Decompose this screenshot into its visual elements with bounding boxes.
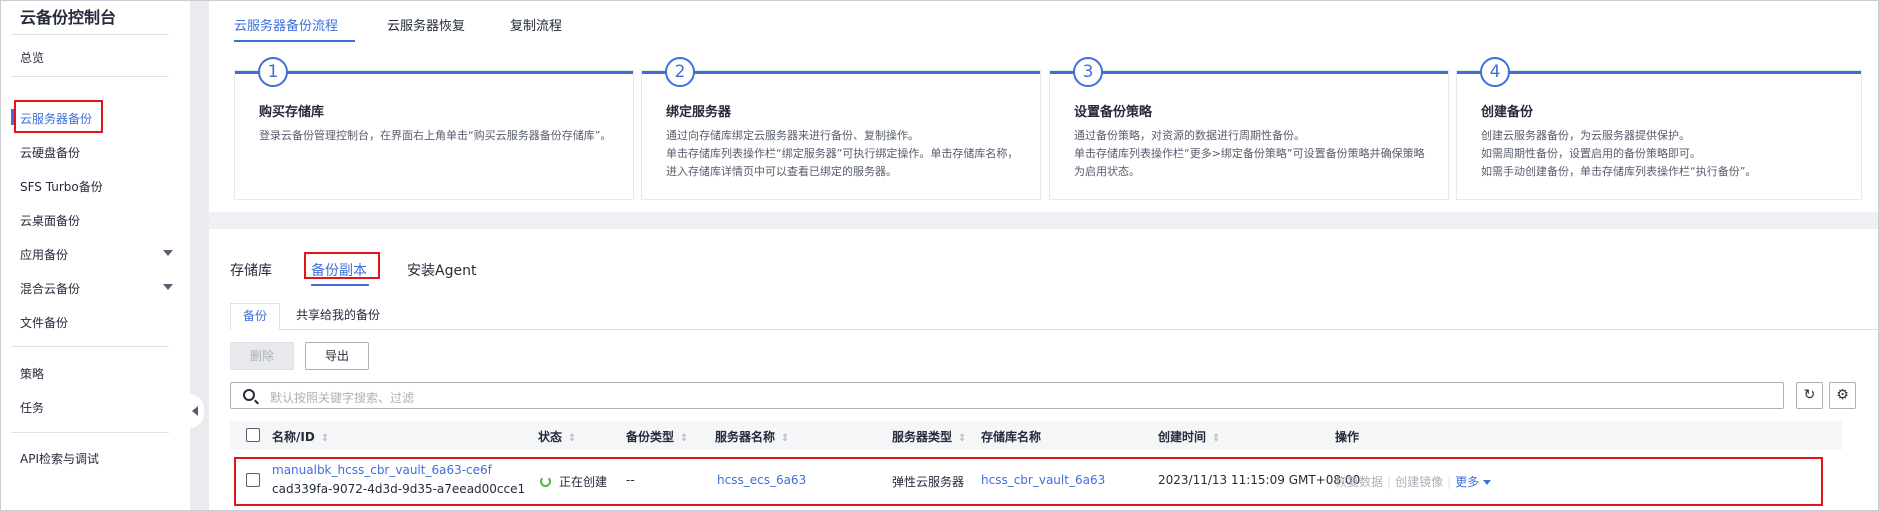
- tab-install-agent[interactable]: 安装Agent: [407, 260, 476, 280]
- highlight-box: [234, 457, 1823, 506]
- step-card-2: 2 绑定服务器 通过向存储库绑定云服务器来进行备份、复制操作。 单击存储库列表操…: [641, 57, 1041, 200]
- sidebar-item-file-backup[interactable]: 文件备份: [20, 314, 68, 331]
- step-number: 1: [258, 57, 288, 87]
- divider: [11, 346, 169, 347]
- column-header-server-name[interactable]: 服务器名称 ⇕: [715, 428, 789, 445]
- tab-replication-flow[interactable]: 复制流程: [510, 15, 562, 34]
- sort-icon: ⇕: [568, 433, 577, 444]
- step-card-4: 4 创建备份 创建云服务器备份，为云服务器提供保护。 如需周期性备份，设置启用的…: [1456, 57, 1862, 200]
- step-card-1: 1 购买存储库 登录云备份管理控制台，在界面右上角单击“购买云服务器备份存储库”…: [234, 57, 634, 200]
- sort-icon: ⇕: [320, 433, 330, 444]
- divider: [230, 329, 1878, 330]
- table-header: 名称/ID ⇕ 状态 ⇕ 备份类型 ⇕ 服务器名称 ⇕ 服务器类型 ⇕ 存储库名称 创建时…: [230, 421, 1842, 450]
- sidebar: 云备份控制台 总览 云服务器备份 云硬盘备份 SFS Turbo备份 云桌面备份…: [1, 1, 190, 510]
- tab-ecs-restore[interactable]: 云服务器恢复: [387, 15, 465, 34]
- column-header-created[interactable]: 创建时间 ⇕: [1158, 428, 1220, 445]
- step-description: 登录云备份管理控制台，在界面右上角单击“购买云服务器备份存储库”。: [259, 129, 612, 142]
- step-line: [642, 71, 1040, 74]
- chevron-down-icon[interactable]: [163, 250, 173, 256]
- delete-button[interactable]: 删除: [230, 342, 294, 370]
- step-line: [1050, 71, 1448, 74]
- divider: [11, 34, 169, 35]
- chevron-left-icon: [192, 406, 198, 416]
- export-button[interactable]: 导出: [305, 342, 369, 370]
- sidebar-item-evs-backup[interactable]: 云硬盘备份: [20, 144, 80, 161]
- search-placeholder: 默认按照关键字搜索、过滤: [270, 391, 415, 405]
- sidebar-item-sfs-turbo-backup[interactable]: SFS Turbo备份: [20, 178, 103, 195]
- sidebar-item-hybrid-backup[interactable]: 混合云备份: [20, 280, 80, 297]
- step-title: 绑定服务器: [666, 105, 732, 120]
- column-header-backup-type[interactable]: 备份类型 ⇕: [626, 428, 688, 445]
- step-description: 创建云服务器备份，为云服务器提供保护。 如需周期性备份，设置启用的备份策略即可。…: [1481, 129, 1757, 178]
- step-number: 2: [665, 57, 695, 87]
- refresh-icon: ↻: [1803, 387, 1816, 403]
- tab-backups[interactable]: 备份: [230, 303, 281, 330]
- sidebar-gutter: [190, 1, 209, 510]
- sort-icon: ⇕: [1212, 433, 1221, 444]
- step-description: 通过向存储库绑定云服务器来进行备份、复制操作。 单击存储库列表操作栏“绑定服务器…: [666, 129, 1019, 178]
- highlight-box: [14, 100, 103, 133]
- tab-ecs-backup-flow[interactable]: 云服务器备份流程: [234, 15, 338, 34]
- step-title: 购买存储库: [259, 105, 325, 120]
- tab-shared-with-me[interactable]: 共享给我的备份: [284, 303, 392, 330]
- step-number: 4: [1480, 57, 1510, 87]
- column-header-actions: 操作: [1335, 430, 1360, 444]
- step-title: 创建备份: [1481, 105, 1534, 120]
- sort-icon: ⇕: [680, 433, 689, 444]
- main-content: 云服务器备份流程 云服务器恢复 复制流程 1 购买存储库 登录云备份管理控制台，…: [209, 1, 1878, 510]
- section-separator: [209, 212, 1878, 229]
- sidebar-item-policy[interactable]: 策略: [20, 365, 44, 382]
- sort-icon: ⇕: [781, 433, 790, 444]
- column-header-server-type[interactable]: 服务器类型 ⇕: [892, 428, 966, 445]
- search-input[interactable]: 默认按照关键字搜索、过滤: [230, 382, 1784, 409]
- step-title: 设置备份策略: [1074, 105, 1153, 120]
- console-title: 云备份控制台: [20, 8, 117, 27]
- step-number: 3: [1073, 57, 1103, 87]
- sidebar-item-overview[interactable]: 总览: [20, 49, 44, 66]
- highlight-box: [304, 252, 380, 279]
- sort-icon: ⇕: [958, 433, 967, 444]
- tab-underline: [311, 284, 369, 286]
- column-header-name[interactable]: 名称/ID ⇕: [272, 428, 329, 445]
- step-line: [1457, 71, 1861, 74]
- app-window: 云备份控制台 总览 云服务器备份 云硬盘备份 SFS Turbo备份 云桌面备份…: [0, 0, 1879, 511]
- sidebar-item-api-explorer[interactable]: API检索与调试: [20, 450, 99, 467]
- sidebar-item-app-backup[interactable]: 应用备份: [20, 246, 68, 263]
- sidebar-item-desktop-backup[interactable]: 云桌面备份: [20, 212, 80, 229]
- divider: [11, 432, 169, 433]
- step-card-3: 3 设置备份策略 通过备份策略，对资源的数据进行周期性备份。 单击存储库列表操作…: [1049, 57, 1449, 200]
- select-all-checkbox[interactable]: [246, 428, 260, 442]
- refresh-button[interactable]: ↻: [1796, 382, 1823, 409]
- gear-icon: ⚙: [1836, 387, 1849, 403]
- tab-underline: [234, 40, 355, 42]
- chevron-down-icon[interactable]: [163, 284, 173, 290]
- column-header-vault-name: 存储库名称: [981, 430, 1042, 444]
- column-header-status[interactable]: 状态 ⇕: [538, 428, 576, 445]
- step-line: [235, 71, 633, 74]
- sidebar-item-tasks[interactable]: 任务: [20, 399, 44, 416]
- divider: [11, 76, 169, 77]
- settings-button[interactable]: ⚙: [1829, 382, 1856, 409]
- search-icon: [243, 389, 255, 401]
- step-description: 通过备份策略，对资源的数据进行周期性备份。 单击存储库列表操作栏“更多>绑定备份…: [1074, 129, 1425, 178]
- tab-vaults[interactable]: 存储库: [230, 260, 272, 280]
